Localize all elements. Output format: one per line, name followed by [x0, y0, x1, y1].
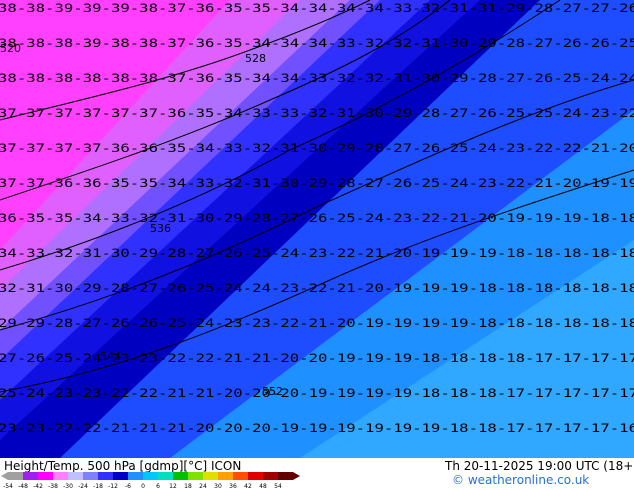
scale-swatch	[203, 472, 218, 480]
temperature-row: 38-38-38-38-38-38-37-36-35-34-34-33-32-3…	[0, 71, 634, 85]
scale-swatch	[23, 472, 38, 480]
scale-tick-label: 12	[169, 483, 177, 490]
scale-tick-label: -12	[108, 483, 118, 490]
scale-tick-label: 48	[259, 483, 267, 490]
weather-map: 552 544 536 528 520 38-38-39-39-39-38-37…	[0, 0, 634, 458]
scale-swatch	[113, 472, 128, 480]
temperature-row: 38-38-38-39-38-38-37-36-35-34-34-34-33-3…	[0, 36, 634, 50]
scale-swatch	[38, 472, 53, 480]
scale-swatch	[248, 472, 263, 480]
scale-tick-label: 30	[214, 483, 222, 490]
temperature-row: 34-33-32-31-30-29-28-27-26-25-24-23-22-2…	[0, 246, 634, 260]
temperature-row: 23-23-22-22-21-21-21-20-20-20-19-19-19-1…	[0, 421, 634, 435]
scale-tick-label: -30	[63, 483, 73, 490]
scale-swatch	[158, 472, 173, 480]
scale-arrow-right	[293, 472, 300, 480]
color-scale-ticks: -54 -48 -42 -38 -30 -24 -18 -12 -6 0 6 12 18 24 30 36 42…	[3, 483, 282, 490]
scale-swatch	[53, 472, 68, 480]
scale-swatch	[173, 472, 188, 480]
scale-tick-label: 24	[199, 483, 207, 490]
scale-swatch	[218, 472, 233, 480]
scale-swatch	[128, 472, 143, 480]
temperature-row: 36-35-35-34-33-32-31-30-29-28-27-26-25-2…	[0, 211, 634, 225]
scale-tick-label: -48	[18, 483, 28, 490]
scale-tick-label: 0	[141, 483, 145, 490]
temperature-row: 25-24-23-23-22-22-21-21-20-20-20-19-19-1…	[0, 386, 634, 400]
scale-tick-label: -38	[48, 483, 58, 490]
scale-tick-label: -18	[93, 483, 103, 490]
scale-tick-label: 54	[274, 483, 282, 490]
scale-swatch	[143, 472, 158, 480]
scale-tick-label: -24	[78, 483, 88, 490]
scale-tick-label: -42	[33, 483, 43, 490]
scale-swatch	[83, 472, 98, 480]
valid-time: Th 20-11-2025 19:00 UTC (18+01)	[445, 459, 634, 473]
scale-tick-label: -54	[3, 483, 13, 490]
contour-label-528: 528	[245, 52, 266, 65]
scale-tick-label: 6	[156, 483, 160, 490]
color-scale-swatches	[1, 472, 300, 480]
scale-swatch	[263, 472, 278, 480]
temperature-row: 37-37-36-36-35-35-34-33-32-31-30-29-28-2…	[0, 176, 634, 190]
scale-swatch	[188, 472, 203, 480]
temperature-row: 37-37-37-37-36-36-35-34-33-32-31-30-29-2…	[0, 141, 634, 155]
scale-swatch	[68, 472, 83, 480]
color-scale: -54 -48 -42 -38 -30 -24 -18 -12 -6 0 6 12 18 24 30 36 42…	[1, 472, 300, 490]
temperature-row: 27-26-25-24-23-23-22-22-21-21-20-20-19-1…	[0, 351, 634, 365]
scale-tick-label: 36	[229, 483, 237, 490]
temperature-row: 38-38-39-39-39-38-37-36-35-35-34-34-34-3…	[0, 1, 634, 15]
temperature-row: 29-29-28-27-26-26-25-24-23-23-22-21-20-1…	[0, 316, 634, 330]
scale-swatch	[8, 472, 23, 480]
temperature-row: 37-37-37-37-37-37-36-35-34-33-33-32-31-3…	[0, 106, 634, 120]
scale-tick-label: 18	[184, 483, 192, 490]
scale-swatch	[98, 472, 113, 480]
temperature-row: 32-31-30-29-28-27-26-25-24-24-23-22-21-2…	[0, 281, 634, 295]
scale-tick-label: -6	[125, 483, 131, 490]
scale-tick-label: 42	[244, 483, 252, 490]
copyright: © weatheronline.co.uk	[452, 473, 590, 487]
scale-arrow-left	[1, 472, 8, 480]
scale-swatch	[278, 472, 293, 480]
scale-swatch	[233, 472, 248, 480]
